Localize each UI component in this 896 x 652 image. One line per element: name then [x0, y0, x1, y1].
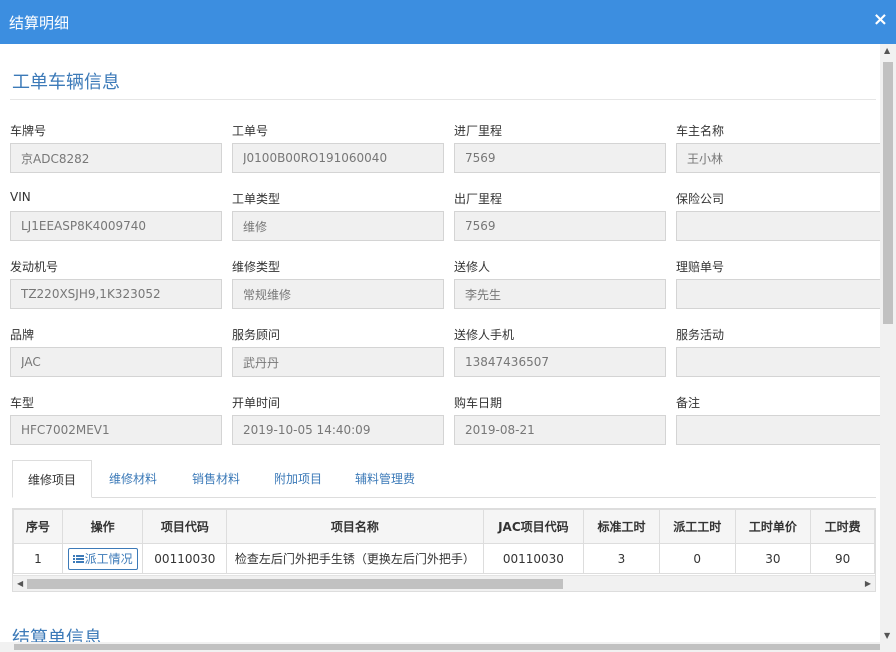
service-activity-field[interactable] [676, 347, 880, 377]
list-icon [72, 554, 84, 563]
col-header-code: 项目代码 [142, 509, 228, 544]
cell-action: 派工情况 [61, 543, 144, 574]
grid-horizontal-scrollbar[interactable]: ◀ ▶ [13, 575, 875, 591]
sender-label: 送修人 [454, 260, 491, 274]
detail-tabs: 维修项目 维修材料 销售材料 附加项目 辅料管理费 [12, 460, 876, 498]
col-header-action: 操作 [61, 509, 144, 544]
plate-no-label: 车牌号 [10, 124, 47, 138]
dialog-title: 结算明细 [9, 14, 70, 32]
col-header-jac-code: JAC项目代码 [482, 509, 585, 544]
remarks-label: 备注 [676, 396, 701, 410]
insurance-company-field[interactable] [676, 211, 880, 241]
open-time-label: 开单时间 [232, 396, 281, 410]
vehicle-model-field[interactable] [10, 415, 222, 445]
page-horizontal-scrollbar[interactable] [0, 642, 896, 652]
work-order-type-field[interactable] [232, 211, 444, 241]
page-scroll-thumb[interactable] [14, 644, 880, 650]
col-header-dispatch-hours: 派工工时 [658, 509, 736, 544]
repair-items-grid: 序号 操作 项目代码 项目名称 JAC项目代码 标准工时 派工工时 工时单价 工… [12, 508, 876, 592]
col-header-name: 项目名称 [226, 509, 484, 544]
col-header-no: 序号 [13, 509, 63, 544]
cell-dispatch-hours: 0 [658, 543, 736, 574]
work-order-no-label: 工单号 [232, 124, 269, 138]
vin-field[interactable] [10, 211, 222, 241]
dispatch-status-button[interactable]: 派工情况 [67, 547, 138, 570]
cell-code: 00110030 [142, 543, 228, 574]
cell-jac-code: 00110030 [482, 543, 585, 574]
table-header-row: 序号 操作 项目代码 项目名称 JAC项目代码 标准工时 派工工时 工时单价 工… [13, 509, 875, 544]
tab-repair-items[interactable]: 维修项目 [12, 460, 93, 498]
brand-label: 品牌 [10, 328, 35, 342]
open-time-field[interactable] [232, 415, 444, 445]
settlement-info-title: 结算单信息 [12, 628, 102, 642]
sender-phone-label: 送修人手机 [454, 328, 515, 342]
cell-fee: 90 [810, 543, 875, 574]
table-row: 1 派工情况 00110030 检查左后门外把手生锈（更换左后门外把手） 001… [13, 543, 875, 574]
vertical-scrollbar[interactable]: ▲ ▼ [880, 44, 896, 642]
repair-type-field[interactable] [232, 279, 444, 309]
col-header-std-hours: 标准工时 [583, 509, 660, 544]
purchase-date-label: 购车日期 [454, 396, 503, 410]
brand-field[interactable] [10, 347, 222, 377]
tab-auxiliary-fee[interactable]: 辅料管理费 [355, 460, 415, 498]
plate-no-field[interactable] [10, 143, 222, 173]
vin-label: VIN [10, 190, 31, 204]
arrow-right-icon[interactable]: ▶ [865, 576, 871, 591]
sender-phone-field[interactable] [454, 347, 666, 377]
work-order-type-label: 工单类型 [232, 192, 281, 206]
claim-no-label: 理赔单号 [676, 260, 725, 274]
sender-field[interactable] [454, 279, 666, 309]
cell-unit-price: 30 [734, 543, 812, 574]
repair-items-table: 序号 操作 项目代码 项目名称 JAC项目代码 标准工时 派工工时 工时单价 工… [13, 509, 875, 574]
grid-scroll-thumb[interactable] [27, 579, 563, 589]
repair-type-label: 维修类型 [232, 260, 281, 274]
service-activity-label: 服务活动 [676, 328, 725, 342]
remarks-field[interactable] [676, 415, 880, 445]
dialog-content: 工单车辆信息 车牌号 工单号 进厂里程 车主名称 VIN 工单类型 出厂里程 保险公司发动机号… [0, 44, 880, 642]
exit-mileage-field[interactable] [454, 211, 666, 241]
insurance-company-label: 保险公司 [676, 192, 725, 206]
arrow-left-icon[interactable]: ◀ [17, 576, 23, 591]
owner-name-label: 车主名称 [676, 124, 725, 138]
purchase-date-field[interactable] [454, 415, 666, 445]
dispatch-status-label: 派工情况 [84, 551, 133, 566]
close-icon[interactable]: × [873, 10, 888, 30]
vehicle-info-title: 工单车辆信息 [12, 72, 120, 93]
vehicle-model-label: 车型 [10, 396, 35, 410]
service-advisor-field[interactable] [232, 347, 444, 377]
tab-repair-materials[interactable]: 维修材料 [109, 460, 157, 498]
vertical-scroll-thumb[interactable] [883, 62, 893, 324]
engine-no-field[interactable] [10, 279, 222, 309]
entry-mileage-label: 进厂里程 [454, 124, 503, 138]
entry-mileage-field[interactable] [454, 143, 666, 173]
arrow-up-icon[interactable]: ▲ [884, 46, 890, 55]
claim-no-field[interactable] [676, 279, 880, 309]
dialog-titlebar: 结算明细 × [0, 0, 896, 44]
col-header-fee: 工时费 [810, 509, 875, 544]
service-advisor-label: 服务顾问 [232, 328, 281, 342]
engine-no-label: 发动机号 [10, 260, 59, 274]
col-header-unit-price: 工时单价 [734, 509, 812, 544]
work-order-no-field[interactable] [232, 143, 444, 173]
tab-additional-items[interactable]: 附加项目 [274, 460, 322, 498]
section-divider [10, 99, 876, 100]
tab-sales-materials[interactable]: 销售材料 [192, 460, 240, 498]
cell-std-hours: 3 [583, 543, 660, 574]
arrow-down-icon[interactable]: ▼ [884, 631, 890, 640]
cell-no: 1 [13, 543, 63, 574]
owner-name-field[interactable] [676, 143, 880, 173]
cell-name: 检查左后门外把手生锈（更换左后门外把手） [226, 543, 484, 574]
exit-mileage-label: 出厂里程 [454, 192, 503, 206]
